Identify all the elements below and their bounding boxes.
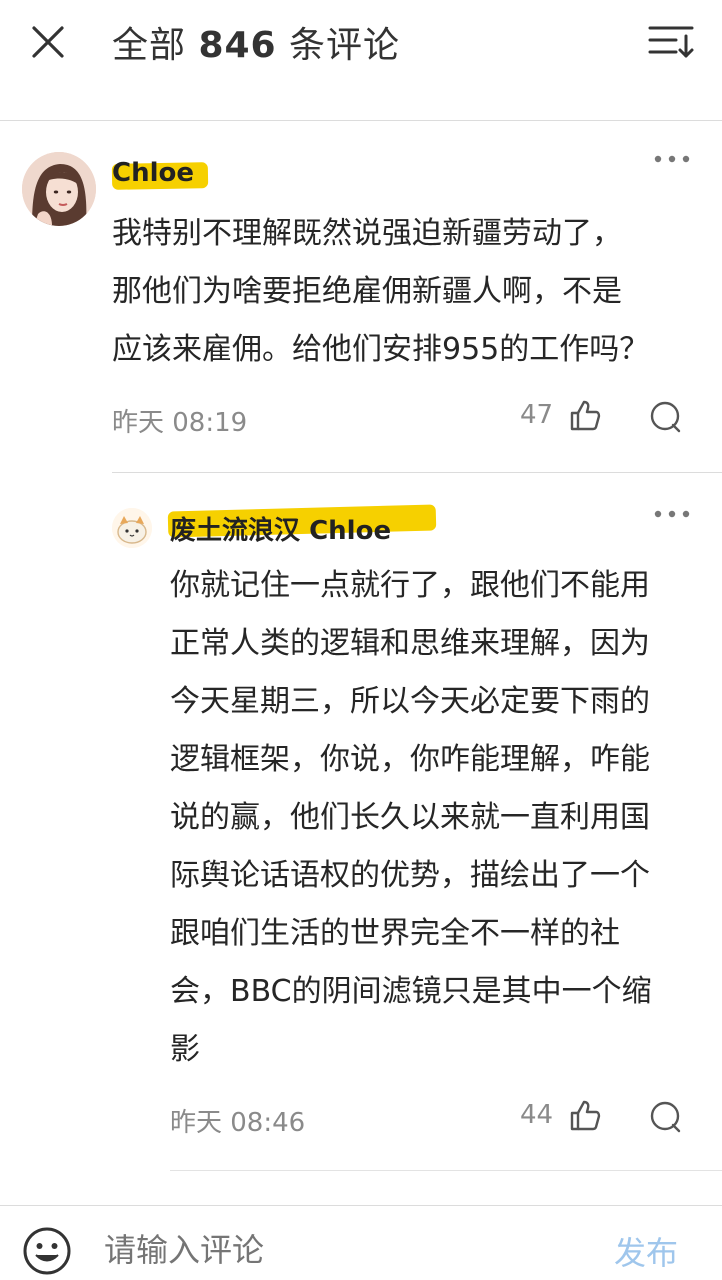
- thumbs-up-icon[interactable]: [568, 1098, 602, 1132]
- comment-input[interactable]: [104, 1228, 584, 1272]
- reply-author: 废土流浪汉: [170, 516, 301, 546]
- page-title: 全部 846 条评论: [112, 16, 400, 68]
- header: 全部 846 条评论: [0, 0, 722, 120]
- reply-target: Chloe: [309, 516, 392, 546]
- publish-button[interactable]: 发布: [614, 1228, 678, 1274]
- comment-timestamp: 昨天 08:19: [112, 408, 248, 438]
- reply-line: 际舆论话语权的优势，描绘出了一个: [170, 858, 650, 893]
- avatar[interactable]: [22, 152, 96, 226]
- reply-bottom-divider: [170, 1170, 722, 1171]
- close-icon[interactable]: [28, 22, 68, 62]
- comment-line: 那他们为啥要拒绝雇佣新疆人啊，不是: [112, 274, 622, 309]
- avatar-illustrated-woman-icon: [22, 152, 96, 226]
- reply-line: 跟咱们生活的世界完全不一样的社: [170, 916, 620, 951]
- title-suffix: 条评论: [276, 25, 401, 66]
- sort-icon[interactable]: [646, 22, 696, 62]
- like-count: 44: [520, 1100, 554, 1130]
- comment-body: 我特别不理解既然说强迫新疆劳动了， 那他们为啥要拒绝雇佣新疆人啊，不是 应该来雇…: [112, 205, 692, 379]
- reply-divider: [112, 472, 722, 473]
- reply-line: 今天星期三，所以今天必定要下雨的: [170, 684, 650, 719]
- more-icon[interactable]: [652, 507, 692, 521]
- thumbs-up-icon[interactable]: [568, 398, 602, 432]
- comment-count: 846: [198, 25, 277, 66]
- reply-line: 你就记住一点就行了，跟他们不能用: [170, 568, 650, 603]
- comment-line: 应该来雇佣。给他们安排955的工作吗？: [112, 332, 650, 367]
- more-icon[interactable]: [652, 152, 692, 166]
- reply-bubble-icon[interactable]: [648, 400, 682, 434]
- reply-line: 正常人类的逻辑和思维来理解，因为: [170, 626, 650, 661]
- reply-username[interactable]: 废土流浪汉 Chloe: [170, 510, 391, 547]
- comment-username[interactable]: Chloe: [112, 158, 194, 188]
- avatar-cartoon-cat-icon: [112, 508, 152, 548]
- like-count: 47: [520, 400, 554, 430]
- header-divider: [0, 120, 722, 121]
- emoji-icon[interactable]: [22, 1226, 72, 1276]
- reply-bubble-icon[interactable]: [648, 1100, 682, 1134]
- title-prefix: 全部: [112, 25, 199, 66]
- reply-line: 说的赢，他们长久以来就一直利用国: [170, 800, 650, 835]
- reply-line: 影: [170, 1032, 200, 1067]
- reply-timestamp: 昨天 08:46: [170, 1108, 306, 1138]
- reply-body: 你就记住一点就行了，跟他们不能用 正常人类的逻辑和思维来理解，因为 今天星期三，…: [170, 557, 710, 1079]
- reply-avatar[interactable]: [112, 508, 152, 548]
- comment-line: 我特别不理解既然说强迫新疆劳动了，: [112, 216, 622, 251]
- comment-input-bar: 发布: [0, 1206, 722, 1280]
- reply-line: 逻辑框架，你说，你咋能理解，咋能: [170, 742, 650, 777]
- reply-line: 会，BBC的阴间滤镜只是其中一个缩: [170, 974, 652, 1009]
